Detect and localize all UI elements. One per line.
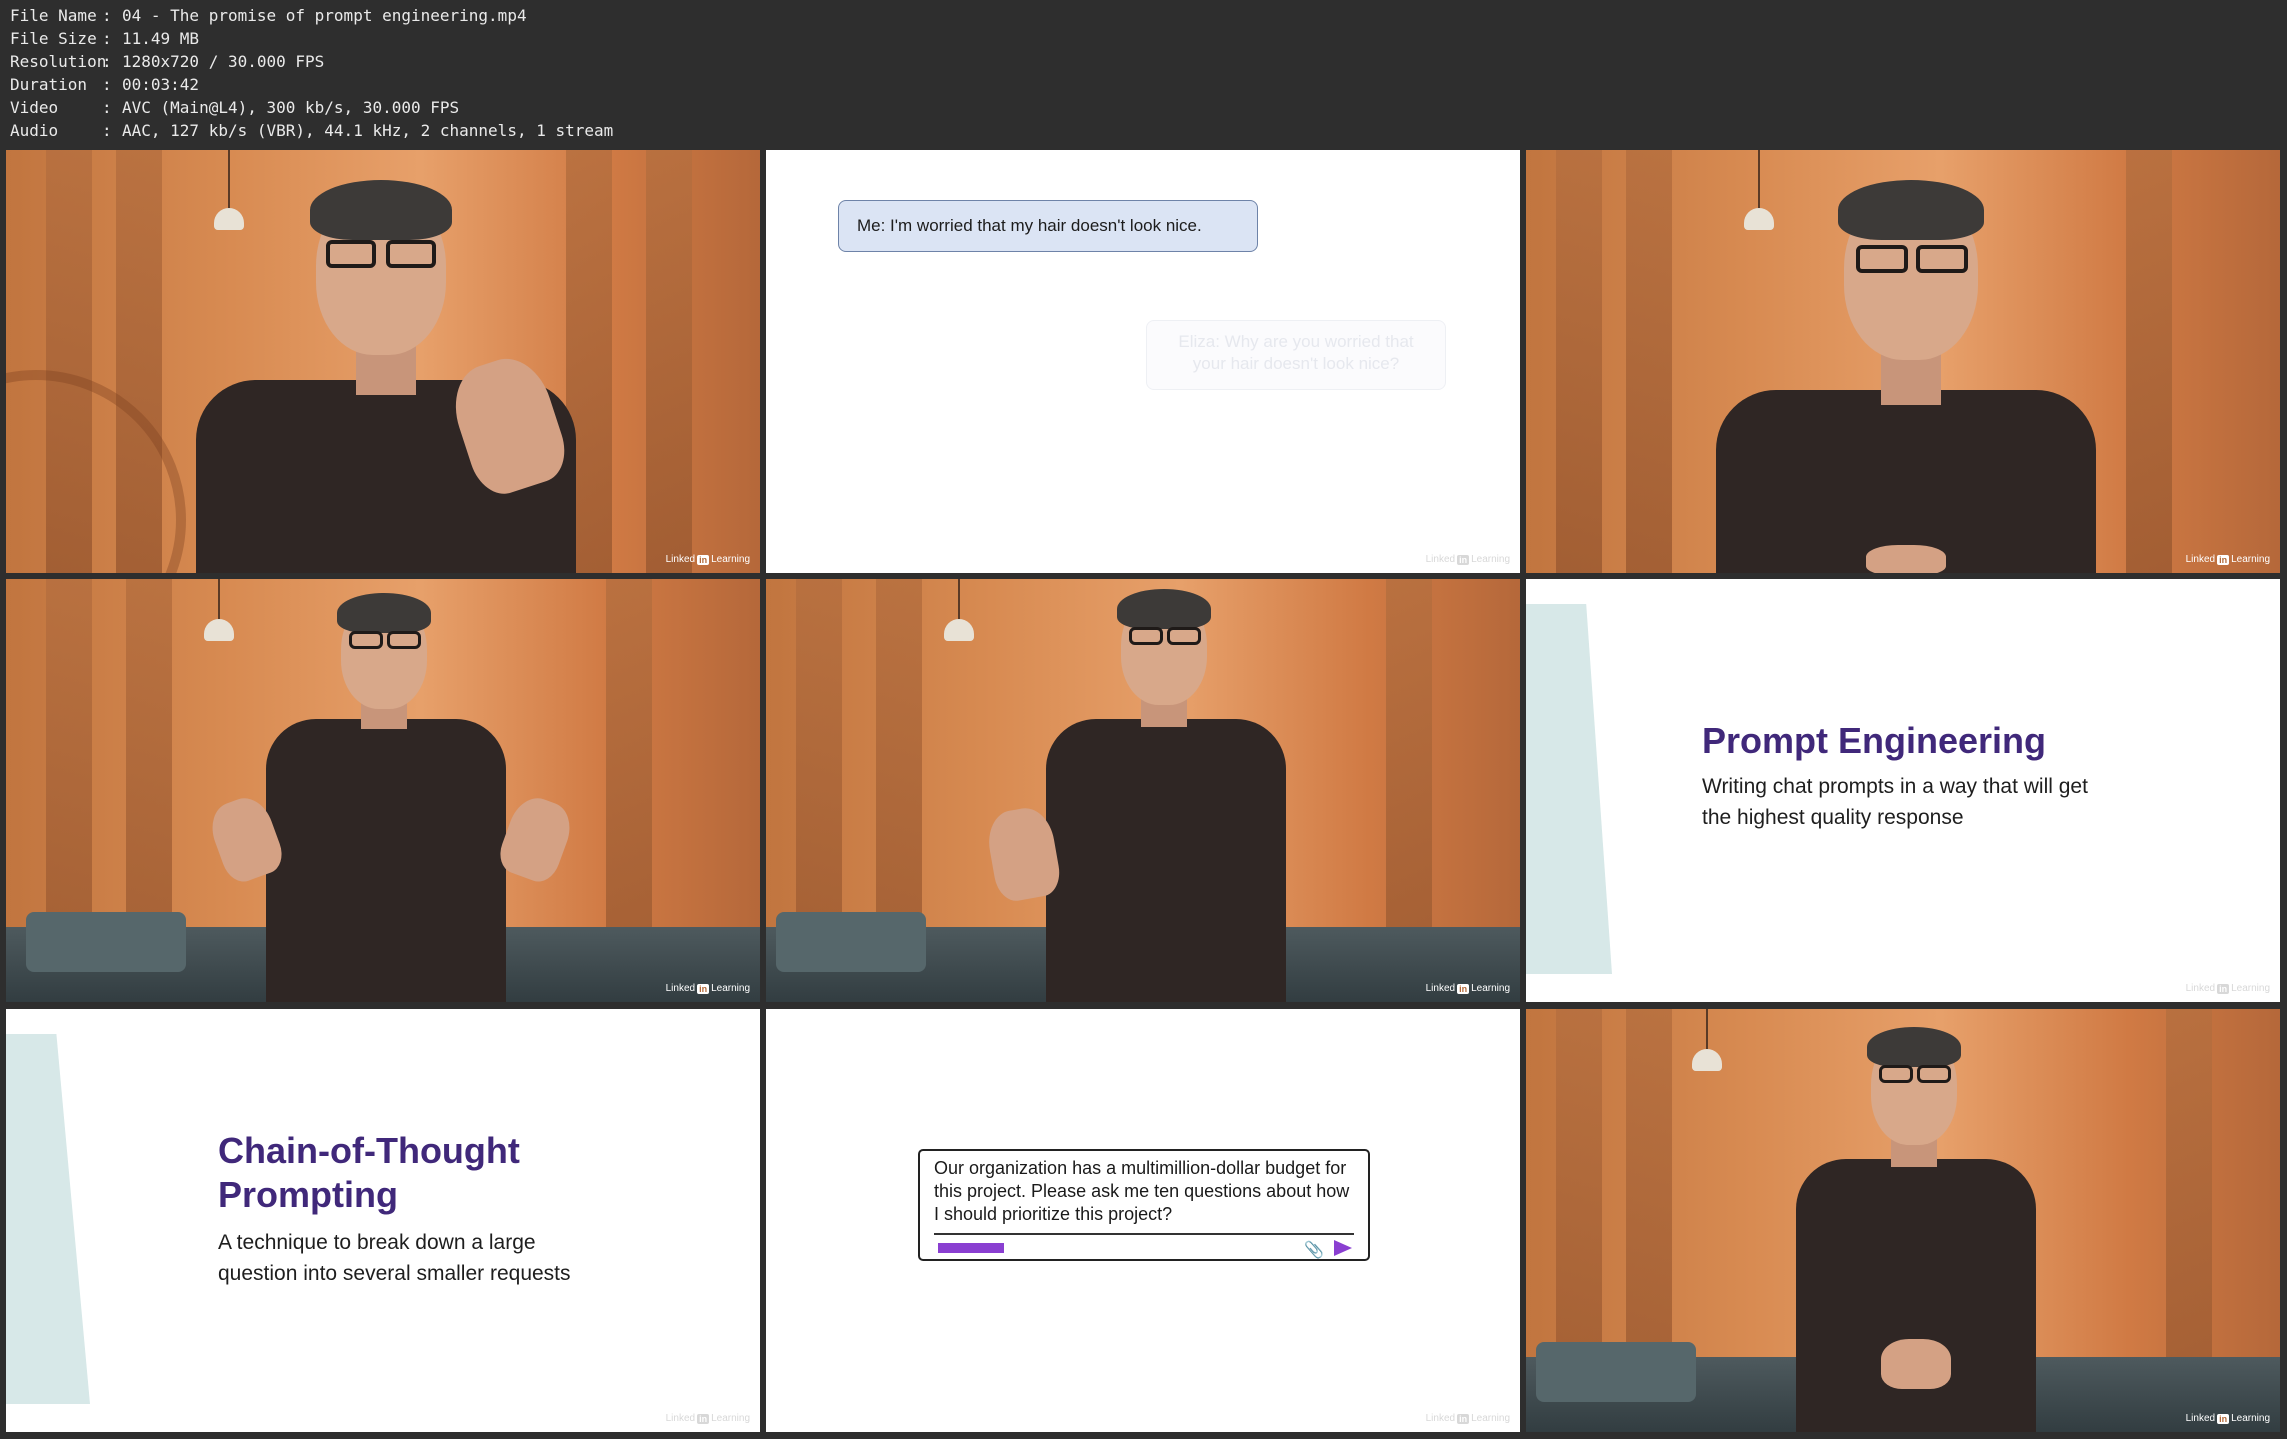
presenter-shirt: [1796, 1159, 2036, 1432]
presenter-hair: [310, 180, 452, 240]
thumbnail-presenter-5: Linked in Learning: [1526, 1009, 2280, 1432]
info-key: Duration: [10, 75, 88, 94]
glasses: [349, 631, 383, 649]
chat-bubble-me: Me: I'm worried that my hair doesn't loo…: [838, 200, 1258, 252]
info-key: Audio: [10, 121, 59, 140]
thumbnail-prompt-engineering-slide: Prompt Engineering Writing chat prompts …: [1526, 579, 2280, 1002]
thumbnail-chat-slide: Me: I'm worried that my hair doesn't loo…: [766, 150, 1520, 573]
linkedin-learning-watermark: Linked in Learning: [2185, 554, 2270, 565]
pendant-lamp: [1744, 208, 1774, 230]
info-separator: :: [102, 75, 112, 94]
lamp-cord: [958, 579, 960, 621]
linkedin-learning-watermark: Linked in Learning: [665, 1413, 750, 1424]
glasses: [1916, 245, 1968, 273]
pendant-lamp: [204, 619, 234, 641]
thumbnail-presenter-1: Linked in Learning: [6, 150, 760, 573]
clasped-hands: [1881, 1339, 1951, 1389]
wood-panel: [2126, 150, 2172, 573]
typing-indicator-bar: [938, 1243, 1004, 1253]
info-key: Resolution: [10, 52, 107, 71]
thumbnail-presenter-4: Linked in Learning: [766, 579, 1520, 1002]
glasses: [1917, 1065, 1951, 1083]
paperclip-icon: 📎: [1304, 1242, 1324, 1259]
glasses: [1167, 627, 1201, 645]
glasses: [1856, 245, 1908, 273]
thumbnail-prompt-box-slide: Our organization has a multimillion-doll…: [766, 1009, 1520, 1432]
info-separator: :: [102, 52, 112, 71]
slide-subtitle: Writing chat prompts in a way that will …: [1702, 775, 2088, 829]
thumbnail-grid: Linked in Learning Me: I'm worried that my…: [0, 148, 2287, 1439]
send-arrow-icon: [1334, 1240, 1352, 1256]
chat-bubble-eliza: Eliza: Why are you worried that your hai…: [1146, 320, 1446, 390]
slide-subtitle: A technique to break down a large questi…: [218, 1231, 571, 1285]
slide-title: Prompt Engineering: [1702, 720, 2047, 761]
presenter-hair: [1117, 589, 1211, 629]
wood-panel: [646, 150, 692, 573]
linkedin-learning-watermark: Linked in Learning: [1425, 983, 1510, 994]
slide-title: Chain-of-Thought Prompting: [218, 1130, 520, 1215]
wood-panel: [1556, 150, 1602, 573]
info-row-resolution: Resolution : 1280x720 / 30.000 FPS: [10, 50, 2277, 73]
info-row-duration: Duration : 00:03:42: [10, 73, 2277, 96]
info-key: File Name: [10, 6, 97, 25]
pendant-lamp: [1692, 1049, 1722, 1071]
info-value: AVC (Main@L4), 300 kb/s, 30.000 FPS: [122, 98, 460, 117]
presenter-hair: [1838, 180, 1984, 240]
info-value: AAC, 127 kb/s (VBR), 44.1 kHz, 2 channel…: [122, 121, 614, 140]
glasses: [326, 240, 376, 268]
info-row-audio: Audio : AAC, 127 kb/s (VBR), 44.1 kHz, 2…: [10, 119, 2277, 142]
info-separator: :: [102, 98, 112, 117]
info-value: 11.49 MB: [122, 29, 200, 48]
sofa-cushion: [26, 912, 186, 972]
thumbnail-chain-of-thought-slide: Chain-of-Thought Prompting A technique t…: [6, 1009, 760, 1432]
decorative-shape: [1526, 604, 1612, 974]
sofa-cushion: [776, 912, 926, 972]
lamp-cord: [218, 579, 220, 621]
presenter-shirt: [1046, 719, 1286, 1002]
linkedin-learning-watermark: Linked in Learning: [2185, 1413, 2270, 1424]
hand: [1866, 545, 1946, 573]
glasses: [387, 631, 421, 649]
linkedin-learning-watermark: Linked in Learning: [2185, 983, 2270, 994]
chat-prompt-box: Our organization has a multimillion-doll…: [918, 1149, 1370, 1261]
decorative-shape: [6, 1034, 90, 1404]
info-value: 04 - The promise of prompt engineering.m…: [122, 6, 527, 25]
presenter-shirt: [266, 719, 506, 1002]
linkedin-learning-watermark: Linked in Learning: [1425, 1413, 1510, 1424]
thumbnail-presenter-2: Linked in Learning: [1526, 150, 2280, 573]
info-key: File Size: [10, 29, 97, 48]
lamp-cord: [1706, 1009, 1708, 1051]
info-separator: :: [102, 29, 112, 48]
info-value: 1280x720 / 30.000 FPS: [122, 52, 325, 71]
linkedin-learning-watermark: Linked in Learning: [665, 983, 750, 994]
prompt-text: Our organization has a multimillion-doll…: [934, 1158, 1350, 1224]
presenter-hair: [337, 593, 431, 633]
prompt-divider: [934, 1233, 1354, 1235]
info-separator: :: [102, 121, 112, 140]
info-key: Video: [10, 98, 59, 117]
info-row-file-size: File Size : 11.49 MB: [10, 27, 2277, 50]
info-value: 00:03:42: [122, 75, 200, 94]
presenter-hair: [1867, 1027, 1961, 1067]
media-info-panel: File Name : 04 - The promise of prompt e…: [0, 0, 2287, 148]
pendant-lamp: [944, 619, 974, 641]
glasses: [1129, 627, 1163, 645]
glasses: [1879, 1065, 1913, 1083]
info-separator: :: [102, 6, 112, 25]
right-hand: [494, 791, 578, 887]
sofa-cushion: [1536, 1342, 1696, 1402]
linkedin-learning-watermark: Linked in Learning: [665, 554, 750, 565]
thumbnail-presenter-3: Linked in Learning: [6, 579, 760, 1002]
info-row-video: Video : AVC (Main@L4), 300 kb/s, 30.000 …: [10, 96, 2277, 119]
linkedin-learning-watermark: Linked in Learning: [1425, 554, 1510, 565]
glasses: [386, 240, 436, 268]
lamp-cord: [228, 150, 230, 210]
wood-panel: [1626, 150, 1672, 573]
info-row-file-name: File Name : 04 - The promise of prompt e…: [10, 4, 2277, 27]
pendant-lamp: [214, 208, 244, 230]
lamp-cord: [1758, 150, 1760, 210]
